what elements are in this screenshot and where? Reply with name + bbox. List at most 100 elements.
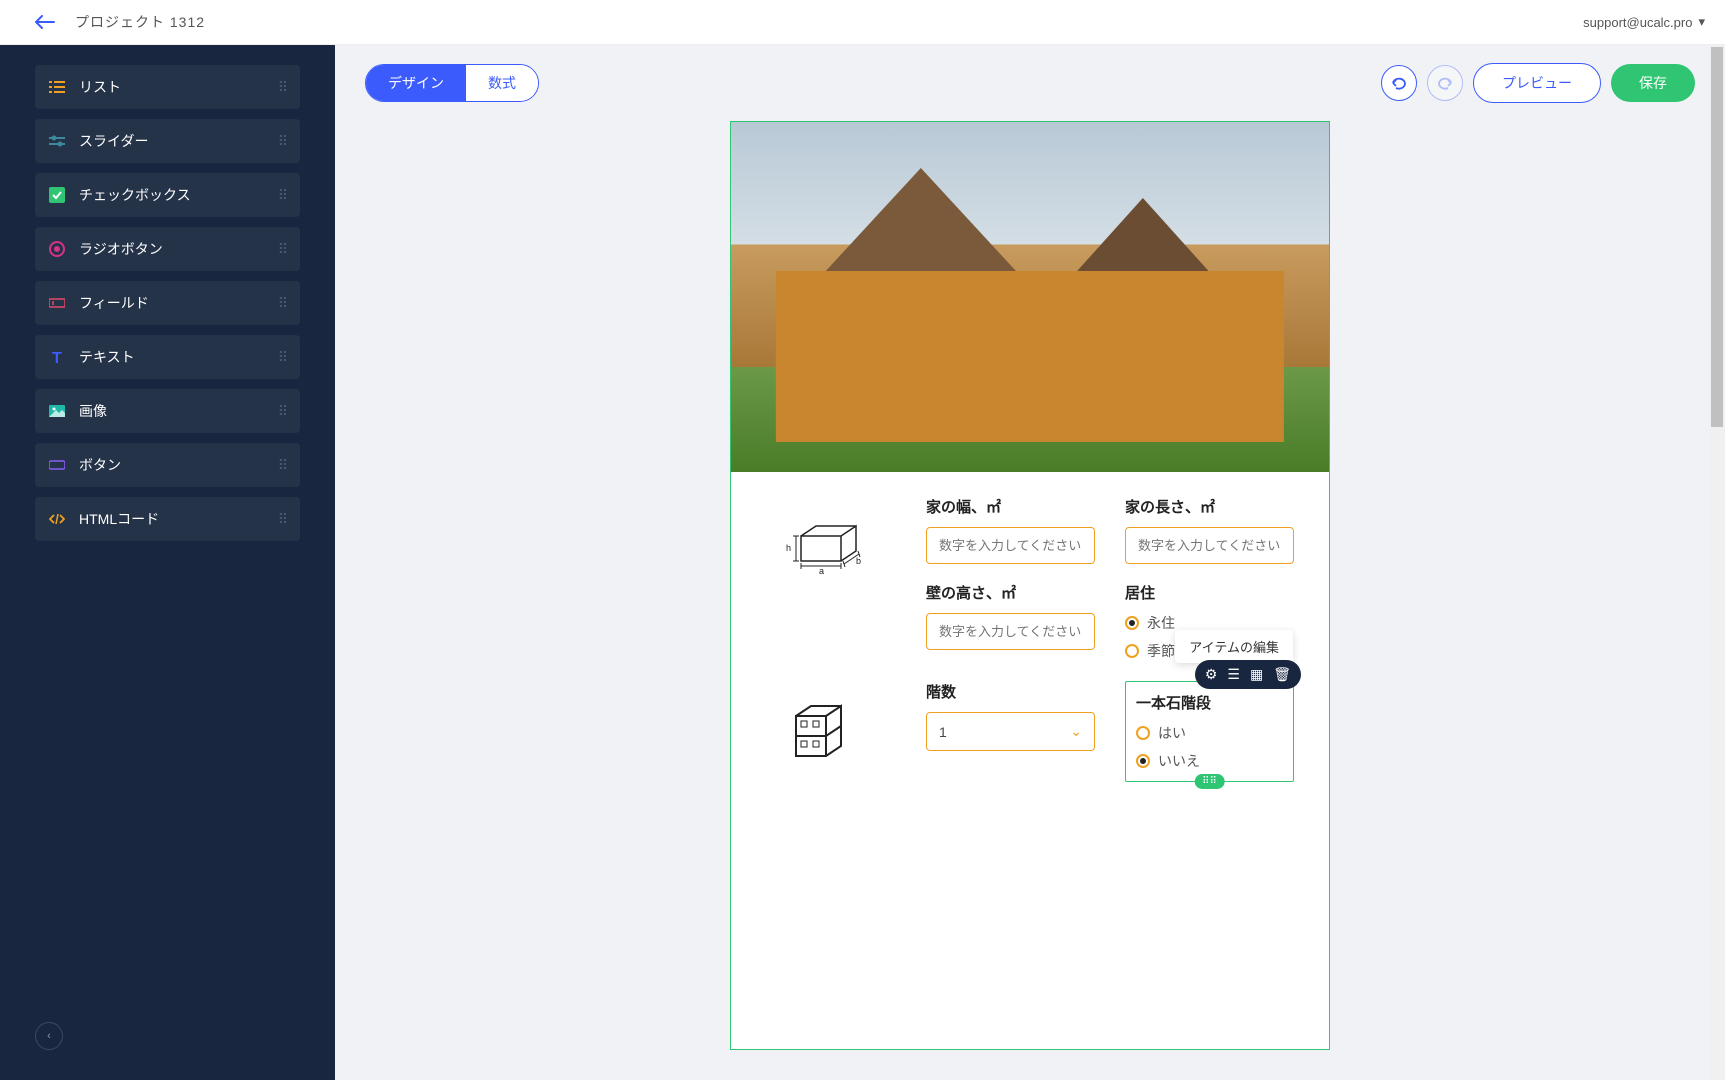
slider-icon <box>49 133 65 149</box>
sidebar-item-label: チェックボックス <box>79 185 191 205</box>
field-label: 階数 <box>926 681 1095 702</box>
list-icon[interactable]: ☰ <box>1227 666 1240 683</box>
field-stairs-selected[interactable]: アイテムの編集 ⚙ ☰ ▦ 🗑 一本石階段 <box>1125 681 1294 782</box>
sidebar-item-list[interactable]: リスト ⠿ <box>35 65 300 109</box>
svg-text:h: h <box>786 543 791 553</box>
radio-stairs-yes[interactable]: はい <box>1136 723 1283 743</box>
radio-circle-icon <box>1125 616 1139 630</box>
list-icon <box>49 79 65 95</box>
sidebar-item-slider[interactable]: スライダー ⠿ <box>35 119 300 163</box>
sidebar-item-label: HTMLコード <box>79 509 159 529</box>
drag-handle-icon[interactable]: ⠿ <box>278 349 288 366</box>
grid-icon[interactable]: ▦ <box>1250 666 1263 683</box>
radio-circle-icon <box>1125 644 1139 658</box>
tab-design[interactable]: デザイン <box>366 65 466 101</box>
field-wall-height: 壁の高さ、㎡ <box>926 582 1095 661</box>
drag-handle-icon[interactable]: ⠿ <box>278 403 288 420</box>
hero-image[interactable] <box>731 122 1329 472</box>
drag-handle-icon[interactable]: ⠿ <box>278 133 288 150</box>
wall-height-input[interactable] <box>926 613 1095 650</box>
project-title: プロジェクト 1312 <box>75 12 205 32</box>
house-floors-diagram <box>766 681 886 782</box>
block-toolbar: ⚙ ☰ ▦ 🗑 <box>1195 660 1301 689</box>
svg-text:b: b <box>856 556 861 566</box>
tab-formula[interactable]: 数式 <box>466 65 538 101</box>
svg-text:T: T <box>52 350 62 365</box>
select-value: 1 <box>939 724 947 740</box>
drag-handle-icon[interactable]: ⠿ <box>278 187 288 204</box>
tooltip-edit-item: アイテムの編集 <box>1175 630 1293 663</box>
drag-handle-icon[interactable]: ⠿ <box>278 241 288 258</box>
field-label: 家の長さ、㎡ <box>1125 496 1294 517</box>
back-arrow-icon[interactable] <box>35 15 55 29</box>
account-menu[interactable]: support@ucalc.pro ▾ <box>1583 14 1705 30</box>
field-label: 家の幅、㎡ <box>926 496 1095 517</box>
radio-label: 永住 <box>1147 613 1175 633</box>
chevron-down-icon: ⌄ <box>1070 723 1082 740</box>
sidebar-item-label: スライダー <box>79 131 148 151</box>
radio-label: はい <box>1158 723 1186 743</box>
block-drag-handle[interactable]: ⠿⠿ <box>1194 774 1225 789</box>
gear-icon[interactable]: ⚙ <box>1205 666 1218 683</box>
svg-text:a: a <box>819 566 824 576</box>
header: プロジェクト 1312 support@ucalc.pro ▾ <box>0 0 1725 45</box>
tab-group: デザイン 数式 <box>365 64 539 102</box>
preview-button[interactable]: プレビュー <box>1473 63 1601 103</box>
sidebar-item-image[interactable]: 画像 ⠿ <box>35 389 300 433</box>
sidebar-item-label: テキスト <box>79 347 135 367</box>
image-icon <box>49 403 65 419</box>
field-floors: 階数 1 ⌄ <box>926 681 1095 782</box>
field-icon <box>49 295 65 311</box>
sidebar-item-text[interactable]: T テキスト ⠿ <box>35 335 300 379</box>
drag-handle-icon[interactable]: ⠿ <box>278 457 288 474</box>
text-icon: T <box>49 349 65 365</box>
toolbar: デザイン 数式 プレビュー 保存 <box>335 45 1725 121</box>
redo-button[interactable] <box>1427 65 1463 101</box>
code-icon <box>49 511 65 527</box>
button-icon <box>49 457 65 473</box>
sidebar-item-radio[interactable]: ラジオボタン ⠿ <box>35 227 300 271</box>
undo-button[interactable] <box>1381 65 1417 101</box>
radio-circle-icon <box>1136 754 1150 768</box>
checkbox-icon <box>49 187 65 203</box>
sidebar-item-checkbox[interactable]: チェックボックス ⠿ <box>35 173 300 217</box>
radio-label: いいえ <box>1158 751 1200 771</box>
sidebar: リスト ⠿ スライダー ⠿ チェックボックス ⠿ ラジオボタン ⠿ フィールド <box>0 45 335 1080</box>
width-input[interactable] <box>926 527 1095 564</box>
canvas: h a b 家の幅、㎡ 家の長さ、㎡ <box>335 121 1725 1080</box>
field-label: 壁の高さ、㎡ <box>926 582 1095 603</box>
sidebar-item-label: 画像 <box>79 401 107 421</box>
drag-handle-icon[interactable]: ⠿ <box>278 79 288 96</box>
sidebar-item-label: ボタン <box>79 455 121 475</box>
form-card: h a b 家の幅、㎡ 家の長さ、㎡ <box>730 121 1330 1050</box>
sidebar-item-label: フィールド <box>79 293 149 313</box>
radio-circle-icon <box>1136 726 1150 740</box>
chevron-down-icon: ▾ <box>1698 14 1705 30</box>
chevron-left-icon: ‹ <box>47 1030 51 1042</box>
trash-icon[interactable]: 🗑 <box>1273 666 1291 683</box>
sidebar-item-label: ラジオボタン <box>79 239 163 259</box>
save-button[interactable]: 保存 <box>1611 64 1695 102</box>
account-email: support@ucalc.pro <box>1583 15 1692 30</box>
sidebar-item-htmlcode[interactable]: HTMLコード ⠿ <box>35 497 300 541</box>
radio-icon <box>49 241 65 257</box>
collapse-sidebar-button[interactable]: ‹ <box>35 1022 63 1050</box>
floors-select[interactable]: 1 ⌄ <box>926 712 1095 751</box>
sidebar-item-field[interactable]: フィールド ⠿ <box>35 281 300 325</box>
scrollbar-track[interactable] <box>1709 45 1725 1080</box>
radio-stairs-no[interactable]: いいえ <box>1136 751 1283 771</box>
scrollbar-thumb[interactable] <box>1711 47 1723 427</box>
field-label: 居住 <box>1125 582 1294 603</box>
drag-handle-icon[interactable]: ⠿ <box>278 295 288 312</box>
field-width: 家の幅、㎡ <box>926 496 1095 564</box>
drag-handle-icon[interactable]: ⠿ <box>278 511 288 528</box>
sidebar-item-label: リスト <box>79 77 121 97</box>
canvas-area: デザイン 数式 プレビュー 保存 <box>335 45 1725 1080</box>
length-input[interactable] <box>1125 527 1294 564</box>
field-length: 家の長さ、㎡ <box>1125 496 1294 564</box>
redo-icon <box>1436 76 1454 90</box>
field-label: 一本石階段 <box>1136 692 1283 713</box>
undo-icon <box>1390 76 1408 90</box>
house-dimensions-diagram: h a b <box>766 496 886 661</box>
sidebar-item-button[interactable]: ボタン ⠿ <box>35 443 300 487</box>
